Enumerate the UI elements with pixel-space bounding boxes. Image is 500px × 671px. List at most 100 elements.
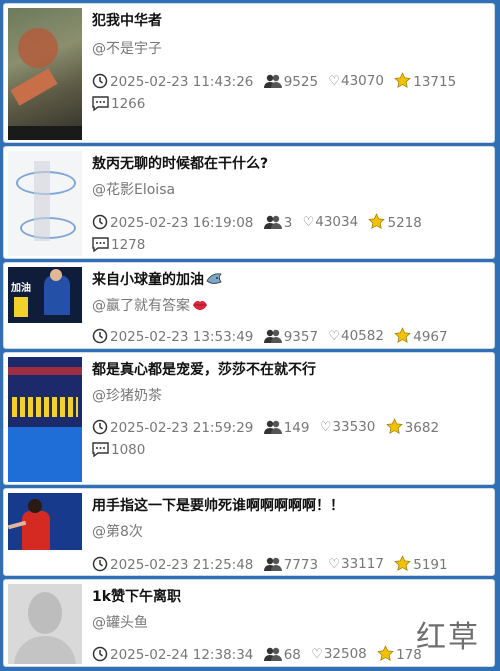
likes-count: 33530 — [332, 419, 376, 435]
clock-icon — [92, 419, 108, 434]
post-title[interactable]: 1k赞下午离职 — [92, 586, 181, 606]
likes-stat: ♡33530 — [320, 416, 376, 439]
followers-stat: 9357 — [263, 326, 319, 348]
favorites-count: 13715 — [413, 73, 457, 90]
star-icon — [394, 326, 411, 343]
post-thumbnail[interactable]: 加油 — [8, 267, 82, 323]
comments-stat: 1266 — [92, 93, 145, 115]
timestamp: 2025-02-23 21:59:29 — [92, 417, 253, 439]
shark-emoji-icon — [206, 273, 222, 284]
favorites-count: 3682 — [404, 419, 440, 436]
followers-stat: 149 — [263, 417, 310, 439]
comment-icon — [92, 237, 109, 252]
post-stats: 2025-02-23 21:25:48 7773 ♡33117 5191 141… — [92, 553, 488, 576]
heart-icon: ♡ — [328, 329, 340, 344]
users-icon — [263, 329, 282, 343]
comment-icon — [92, 442, 109, 457]
favorites-stat: 5218 — [368, 212, 422, 234]
users-icon — [263, 420, 282, 434]
followers-count: 7773 — [283, 556, 319, 573]
users-icon — [263, 74, 282, 88]
post-title[interactable]: 敖丙无聊的时候都在干什么? — [92, 153, 268, 173]
lips-emoji-icon — [193, 301, 207, 310]
comments-stat: 1278 — [92, 234, 145, 256]
post-title[interactable]: 都是真心都是宠爱，莎莎不在就不行 — [92, 359, 316, 379]
post-time: 2025-02-23 11:43:26 — [110, 73, 254, 90]
post-author[interactable]: @珍猪奶茶 — [92, 385, 162, 405]
post-card[interactable]: 用手指这一下是要帅死谁啊啊啊啊啊！！ @第8次 2025-02-23 21:25… — [3, 488, 495, 576]
followers-stat: 68 — [263, 644, 301, 666]
favorites-stat: 5191 — [394, 554, 448, 576]
timestamp: 2025-02-23 21:25:48 — [92, 554, 253, 576]
likes-count: 32508 — [323, 646, 367, 662]
likes-count: 40582 — [341, 328, 384, 344]
post-thumbnail[interactable] — [8, 584, 82, 664]
post-time: 2025-02-23 13:53:49 — [110, 328, 254, 345]
heart-icon: ♡ — [328, 74, 340, 89]
post-title-text: 来自小球童的加油 — [92, 272, 204, 288]
followers-count: 149 — [283, 419, 310, 436]
comments-stat: 4300 — [92, 666, 145, 667]
post-author[interactable]: @花影Eloisa — [92, 179, 175, 199]
post-title[interactable]: 犯我中华者 — [92, 10, 162, 30]
users-icon — [263, 215, 282, 229]
post-author[interactable]: @不是宇子 — [92, 38, 162, 58]
post-author-text: @赢了就有答案 — [92, 298, 190, 314]
followers-count: 9525 — [283, 73, 319, 90]
likes-stat: ♡43034 — [303, 211, 359, 234]
post-title[interactable]: 来自小球童的加油 — [92, 269, 222, 289]
timestamp: 2025-02-23 11:43:26 — [92, 71, 253, 93]
post-author[interactable]: @赢了就有答案 — [92, 295, 208, 315]
post-stats: 2025-02-23 21:59:29 149 ♡33530 3682 1080 — [92, 416, 488, 461]
comments-stat: 1080 — [92, 439, 145, 461]
likes-stat: ♡32508 — [311, 643, 367, 666]
post-thumbnail[interactable] — [8, 151, 82, 256]
clock-icon — [92, 214, 108, 229]
timestamp: 2025-02-23 16:19:08 — [92, 212, 253, 234]
post-time: 2025-02-24 12:38:34 — [110, 646, 254, 663]
post-thumbnail[interactable] — [8, 357, 82, 482]
post-stats: 2025-02-23 16:19:08 3 ♡43034 5218 1278 — [92, 211, 488, 256]
post-card[interactable]: 加油 来自小球童的加油 @赢了就有答案 2025-02-23 13:53:49 … — [3, 262, 495, 349]
post-stats: 2025-02-23 11:43:26 9525 ♡43070 13715 12… — [92, 70, 488, 115]
post-author[interactable]: @罐头鱼 — [92, 612, 148, 632]
star-icon — [385, 417, 403, 434]
post-title[interactable]: 用手指这一下是要帅死谁啊啊啊啊啊！！ — [92, 495, 344, 515]
likes-count: 33117 — [341, 556, 384, 572]
post-thumbnail[interactable] — [8, 493, 82, 550]
star-icon — [377, 644, 394, 661]
followers-stat: 9525 — [263, 71, 319, 93]
favorites-count: 5218 — [387, 214, 422, 231]
post-card[interactable]: 1k赞下午离职 @罐头鱼 2025-02-24 12:38:34 68 ♡325… — [3, 579, 495, 667]
heart-icon: ♡ — [328, 557, 340, 572]
post-card[interactable]: 敖丙无聊的时候都在干什么? @花影Eloisa 2025-02-23 16:19… — [3, 146, 495, 259]
clock-icon — [92, 556, 108, 571]
users-icon — [263, 647, 282, 661]
heart-icon: ♡ — [302, 215, 315, 230]
post-card[interactable]: 犯我中华者 @不是宇子 2025-02-23 11:43:26 9525 ♡43… — [3, 3, 495, 143]
comments-count: 1266 — [111, 96, 146, 112]
followers-count: 9357 — [283, 328, 319, 345]
comment-icon — [92, 96, 109, 111]
post-card[interactable]: 都是真心都是宠爱，莎莎不在就不行 @珍猪奶茶 2025-02-23 21:59:… — [3, 352, 495, 485]
star-icon — [368, 212, 386, 229]
likes-count: 43034 — [315, 214, 359, 230]
followers-count: 3 — [283, 214, 293, 231]
timestamp: 2025-02-23 13:53:49 — [92, 326, 253, 348]
comments-stat: 1733 — [92, 348, 145, 349]
post-thumbnail[interactable] — [8, 8, 82, 140]
star-icon — [394, 71, 411, 88]
likes-count: 43070 — [341, 73, 384, 89]
likes-stat: ♡40582 — [328, 325, 384, 348]
favorites-stat: 3682 — [385, 417, 440, 439]
post-author[interactable]: @第8次 — [92, 521, 143, 541]
favorites-count: 5191 — [413, 556, 448, 573]
followers-stat: 7773 — [263, 554, 319, 576]
heart-icon: ♡ — [311, 647, 323, 662]
likes-stat: ♡33117 — [328, 553, 384, 575]
post-time: 2025-02-23 21:59:29 — [110, 419, 254, 436]
favorites-count: 4967 — [413, 328, 448, 345]
watermark: 红草 — [416, 620, 480, 655]
clock-icon — [92, 328, 108, 343]
post-time: 2025-02-23 21:25:48 — [110, 556, 254, 573]
